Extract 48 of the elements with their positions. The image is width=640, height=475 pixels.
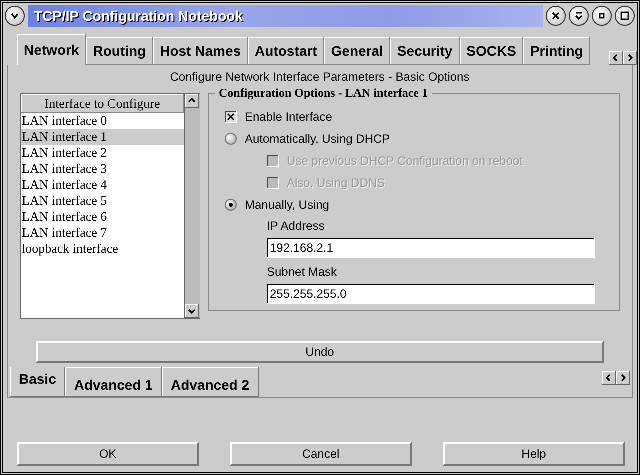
scroll-left-button[interactable] bbox=[609, 51, 623, 65]
checkbox-label: Enable Interface bbox=[245, 110, 332, 124]
scroll-down-button[interactable] bbox=[185, 304, 199, 318]
tab[interactable]: Advanced 1 bbox=[65, 367, 162, 397]
chevron-down-icon bbox=[10, 11, 20, 21]
minimize-icon bbox=[597, 11, 607, 21]
tab[interactable]: Advanced 2 bbox=[162, 367, 259, 397]
dialog-button[interactable]: Cancel bbox=[230, 442, 412, 466]
check-mark-icon bbox=[227, 113, 235, 121]
scrollbar[interactable] bbox=[184, 94, 200, 318]
checkbox[interactable] bbox=[225, 111, 237, 123]
minimize-button[interactable] bbox=[592, 6, 612, 26]
list-header: Interface to Configure bbox=[21, 94, 184, 113]
tab[interactable]: Host Names bbox=[153, 37, 248, 65]
tab[interactable]: Security bbox=[390, 37, 460, 65]
field-label: Subnet Mask bbox=[267, 264, 338, 280]
tab[interactable]: General bbox=[324, 37, 390, 65]
window-title: TCP/IP Configuration Notebook bbox=[34, 8, 243, 24]
scroll-up-button[interactable] bbox=[185, 94, 199, 108]
radio-button[interactable] bbox=[225, 199, 237, 211]
field-label: IP Address bbox=[267, 218, 326, 234]
tab[interactable]: Basic bbox=[10, 367, 66, 397]
tab[interactable]: SOCKS bbox=[460, 37, 524, 65]
maximize-icon bbox=[620, 11, 630, 21]
tab[interactable]: Routing bbox=[86, 37, 154, 65]
close-button[interactable] bbox=[546, 6, 566, 26]
scroll-left-button[interactable] bbox=[602, 371, 616, 385]
dialog-button[interactable]: Help bbox=[443, 442, 625, 466]
radio-label: Manually, Using bbox=[245, 198, 330, 212]
tab[interactable]: Autostart bbox=[248, 37, 324, 65]
group-title: Configuration Options - LAN interface 1 bbox=[215, 86, 432, 101]
maximize-button[interactable] bbox=[615, 6, 635, 26]
radio-label: Automatically, Using DHCP bbox=[245, 132, 390, 146]
close-icon bbox=[551, 11, 561, 21]
hide-button[interactable] bbox=[569, 6, 589, 26]
input-field[interactable]: 192.168.2.1 bbox=[267, 238, 595, 258]
scroll-right-button[interactable] bbox=[616, 371, 630, 385]
undo-button[interactable]: Undo bbox=[36, 341, 604, 363]
interface-list[interactable]: Interface to Configure LAN interface 0 LAN interface 1 LAN interface 2 LAN interface 3 LAN interface 4 LAN interface 5 LAN interface 6 LAN interface 7 loopback interface bbox=[21, 94, 184, 318]
input-field[interactable]: 255.255.255.0 bbox=[267, 284, 595, 304]
scroll-right-button[interactable] bbox=[623, 51, 637, 65]
radio-button[interactable] bbox=[225, 133, 237, 145]
system-menu-button[interactable] bbox=[5, 6, 25, 26]
tab[interactable]: Printing bbox=[523, 37, 590, 65]
hide-icon bbox=[574, 11, 584, 21]
tab[interactable]: Network bbox=[17, 34, 86, 65]
list-item[interactable]: LAN interface 1 bbox=[21, 129, 184, 145]
dialog-button[interactable]: OK bbox=[17, 442, 199, 466]
